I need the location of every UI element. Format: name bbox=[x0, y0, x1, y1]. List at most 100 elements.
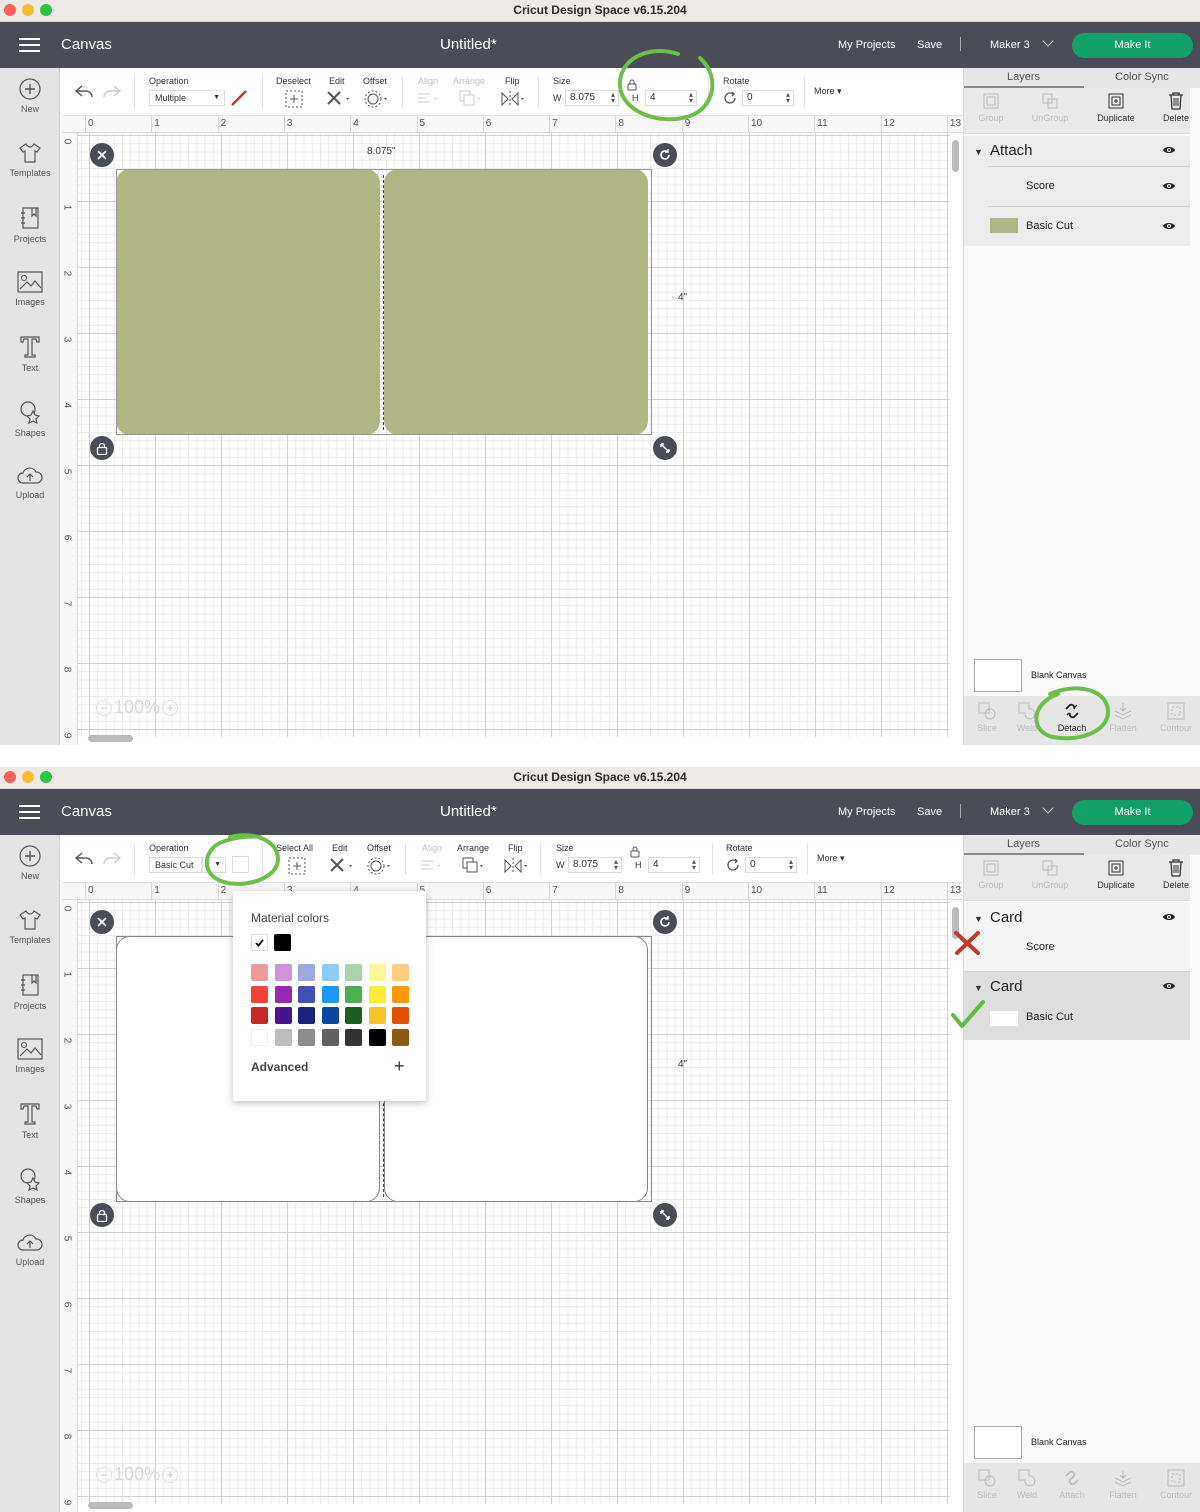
palette-color-swatch[interactable] bbox=[392, 1028, 409, 1046]
color-swatch-multiple-icon[interactable] bbox=[230, 89, 248, 107]
attach-button[interactable]: Attach bbox=[1049, 1469, 1095, 1500]
lock-handle[interactable] bbox=[90, 1203, 114, 1227]
deselect-icon[interactable] bbox=[285, 90, 303, 108]
nav-images[interactable]: Images bbox=[0, 1038, 60, 1074]
edit-tools-icon[interactable] bbox=[329, 857, 355, 875]
edit-tools-icon[interactable] bbox=[326, 90, 352, 108]
palette-color-swatch[interactable] bbox=[321, 985, 339, 1003]
operation-select[interactable]: Multiple ▼ bbox=[149, 90, 225, 106]
material-color-swatch[interactable] bbox=[232, 856, 249, 873]
layer-item[interactable]: Score bbox=[964, 167, 1190, 205]
nav-new[interactable]: New bbox=[0, 78, 60, 114]
palette-color-swatch[interactable] bbox=[345, 985, 362, 1003]
group-button[interactable]: Group bbox=[966, 92, 1016, 123]
save-link[interactable]: Save bbox=[917, 806, 942, 818]
nav-text[interactable]: Text bbox=[0, 1102, 60, 1140]
group-button[interactable]: Group bbox=[966, 859, 1016, 890]
make-it-button[interactable]: Make It bbox=[1072, 33, 1193, 58]
palette-color-swatch[interactable] bbox=[274, 964, 292, 981]
blank-canvas-thumbnail[interactable] bbox=[974, 659, 1022, 692]
palette-color-swatch[interactable] bbox=[298, 1007, 315, 1024]
rotate-handle[interactable] bbox=[653, 143, 677, 167]
palette-color-swatch[interactable] bbox=[392, 985, 409, 1003]
zoom-in-button[interactable]: + bbox=[162, 1466, 179, 1483]
horizontal-scrollbar[interactable] bbox=[88, 735, 133, 742]
offset-icon[interactable] bbox=[364, 90, 390, 108]
delete-button[interactable]: Delete bbox=[1151, 92, 1200, 123]
undo-icon[interactable] bbox=[74, 84, 94, 100]
height-input[interactable]: 4 ▴ ▾ bbox=[648, 857, 700, 873]
palette-color-swatch[interactable] bbox=[392, 964, 409, 981]
nav-upload[interactable]: Upload bbox=[0, 1233, 60, 1267]
zoom-window-button[interactable] bbox=[40, 4, 52, 16]
caret-down-icon[interactable]: ▼ bbox=[974, 914, 983, 924]
layer-item-label[interactable]: Score bbox=[1026, 941, 1055, 953]
close-window-button[interactable] bbox=[4, 4, 16, 16]
nav-projects[interactable]: Projects bbox=[0, 206, 60, 244]
palette-color-swatch[interactable] bbox=[274, 1007, 292, 1024]
blank-canvas-thumbnail[interactable] bbox=[974, 1426, 1022, 1459]
machine-selector[interactable]: Maker 3 bbox=[990, 806, 1030, 818]
stepper-icon[interactable]: ▴ ▾ bbox=[789, 858, 793, 872]
width-input[interactable]: 8.075 ▴ ▾ bbox=[565, 90, 619, 106]
recent-color-black[interactable] bbox=[274, 934, 291, 951]
palette-color-swatch[interactable] bbox=[368, 964, 386, 981]
weld-button[interactable]: Weld bbox=[1004, 702, 1050, 733]
more-menu[interactable]: More ▾ bbox=[817, 853, 845, 864]
palette-color-swatch[interactable] bbox=[251, 1028, 268, 1046]
layer-item[interactable]: Basic Cut bbox=[964, 207, 1190, 245]
nav-upload[interactable]: Upload bbox=[0, 466, 60, 500]
palette-color-swatch[interactable] bbox=[368, 1028, 386, 1046]
eye-icon[interactable] bbox=[1162, 221, 1176, 231]
resize-handle[interactable] bbox=[653, 436, 677, 460]
zoom-out-button[interactable]: − bbox=[96, 1466, 112, 1483]
contour-button[interactable]: Contour bbox=[1153, 1469, 1199, 1500]
chevron-down-icon[interactable] bbox=[1042, 35, 1054, 47]
rotate-input[interactable]: 0 ▴ ▾ bbox=[742, 90, 794, 106]
redo-icon[interactable] bbox=[102, 851, 122, 867]
rotate-input[interactable]: 0 ▴ ▾ bbox=[745, 857, 797, 873]
minimize-window-button[interactable] bbox=[22, 4, 34, 16]
palette-color-swatch[interactable] bbox=[345, 964, 362, 981]
layer-group[interactable]: ▼ Card Basic Cut bbox=[964, 972, 1190, 1040]
layer-item-label[interactable]: Basic Cut bbox=[1026, 1011, 1073, 1023]
minimize-window-button[interactable] bbox=[22, 771, 34, 783]
tab-color-sync[interactable]: Color Sync bbox=[1115, 838, 1169, 850]
my-projects-link[interactable]: My Projects bbox=[838, 806, 895, 818]
palette-color-swatch[interactable] bbox=[321, 964, 339, 981]
nav-text[interactable]: Text bbox=[0, 335, 60, 373]
palette-color-swatch[interactable] bbox=[251, 985, 268, 1003]
arrange-icon[interactable] bbox=[459, 90, 483, 108]
my-projects-link[interactable]: My Projects bbox=[838, 39, 895, 51]
menu-icon[interactable] bbox=[19, 38, 40, 52]
palette-color-swatch[interactable] bbox=[345, 1007, 362, 1024]
palette-color-swatch[interactable] bbox=[274, 985, 292, 1003]
height-input[interactable]: 4 ▴ ▾ bbox=[645, 90, 697, 106]
layer-color-swatch[interactable] bbox=[990, 218, 1018, 233]
tab-color-sync[interactable]: Color Sync bbox=[1115, 71, 1169, 83]
nav-templates[interactable]: Templates bbox=[0, 142, 60, 178]
duplicate-button[interactable]: Duplicate bbox=[1091, 92, 1141, 123]
flip-icon[interactable] bbox=[500, 90, 526, 108]
chevron-down-icon[interactable] bbox=[1042, 802, 1054, 814]
palette-color-swatch[interactable] bbox=[251, 1007, 268, 1024]
flip-icon[interactable] bbox=[503, 857, 529, 875]
width-input[interactable]: 8.075 ▴ ▾ bbox=[568, 857, 622, 873]
nav-shapes[interactable]: Shapes bbox=[0, 1167, 60, 1205]
weld-button[interactable]: Weld bbox=[1004, 1469, 1050, 1500]
arrange-icon[interactable] bbox=[462, 857, 486, 875]
palette-color-swatch[interactable] bbox=[392, 1007, 409, 1024]
palette-color-swatch[interactable] bbox=[298, 964, 315, 981]
eye-icon[interactable] bbox=[1162, 181, 1176, 191]
close-window-button[interactable] bbox=[4, 771, 16, 783]
vertical-scrollbar[interactable] bbox=[952, 140, 959, 172]
nav-new[interactable]: New bbox=[0, 845, 60, 881]
flatten-button[interactable]: Flatten bbox=[1100, 1469, 1146, 1500]
make-it-button[interactable]: Make It bbox=[1072, 800, 1193, 825]
align-icon[interactable] bbox=[417, 92, 439, 106]
lock-icon[interactable] bbox=[627, 79, 637, 91]
operation-select[interactable]: Basic Cut bbox=[149, 857, 202, 873]
layer-color-swatch[interactable] bbox=[990, 1011, 1018, 1026]
rotate-handle[interactable] bbox=[653, 910, 677, 934]
stepper-icon[interactable]: ▴ ▾ bbox=[614, 858, 618, 872]
